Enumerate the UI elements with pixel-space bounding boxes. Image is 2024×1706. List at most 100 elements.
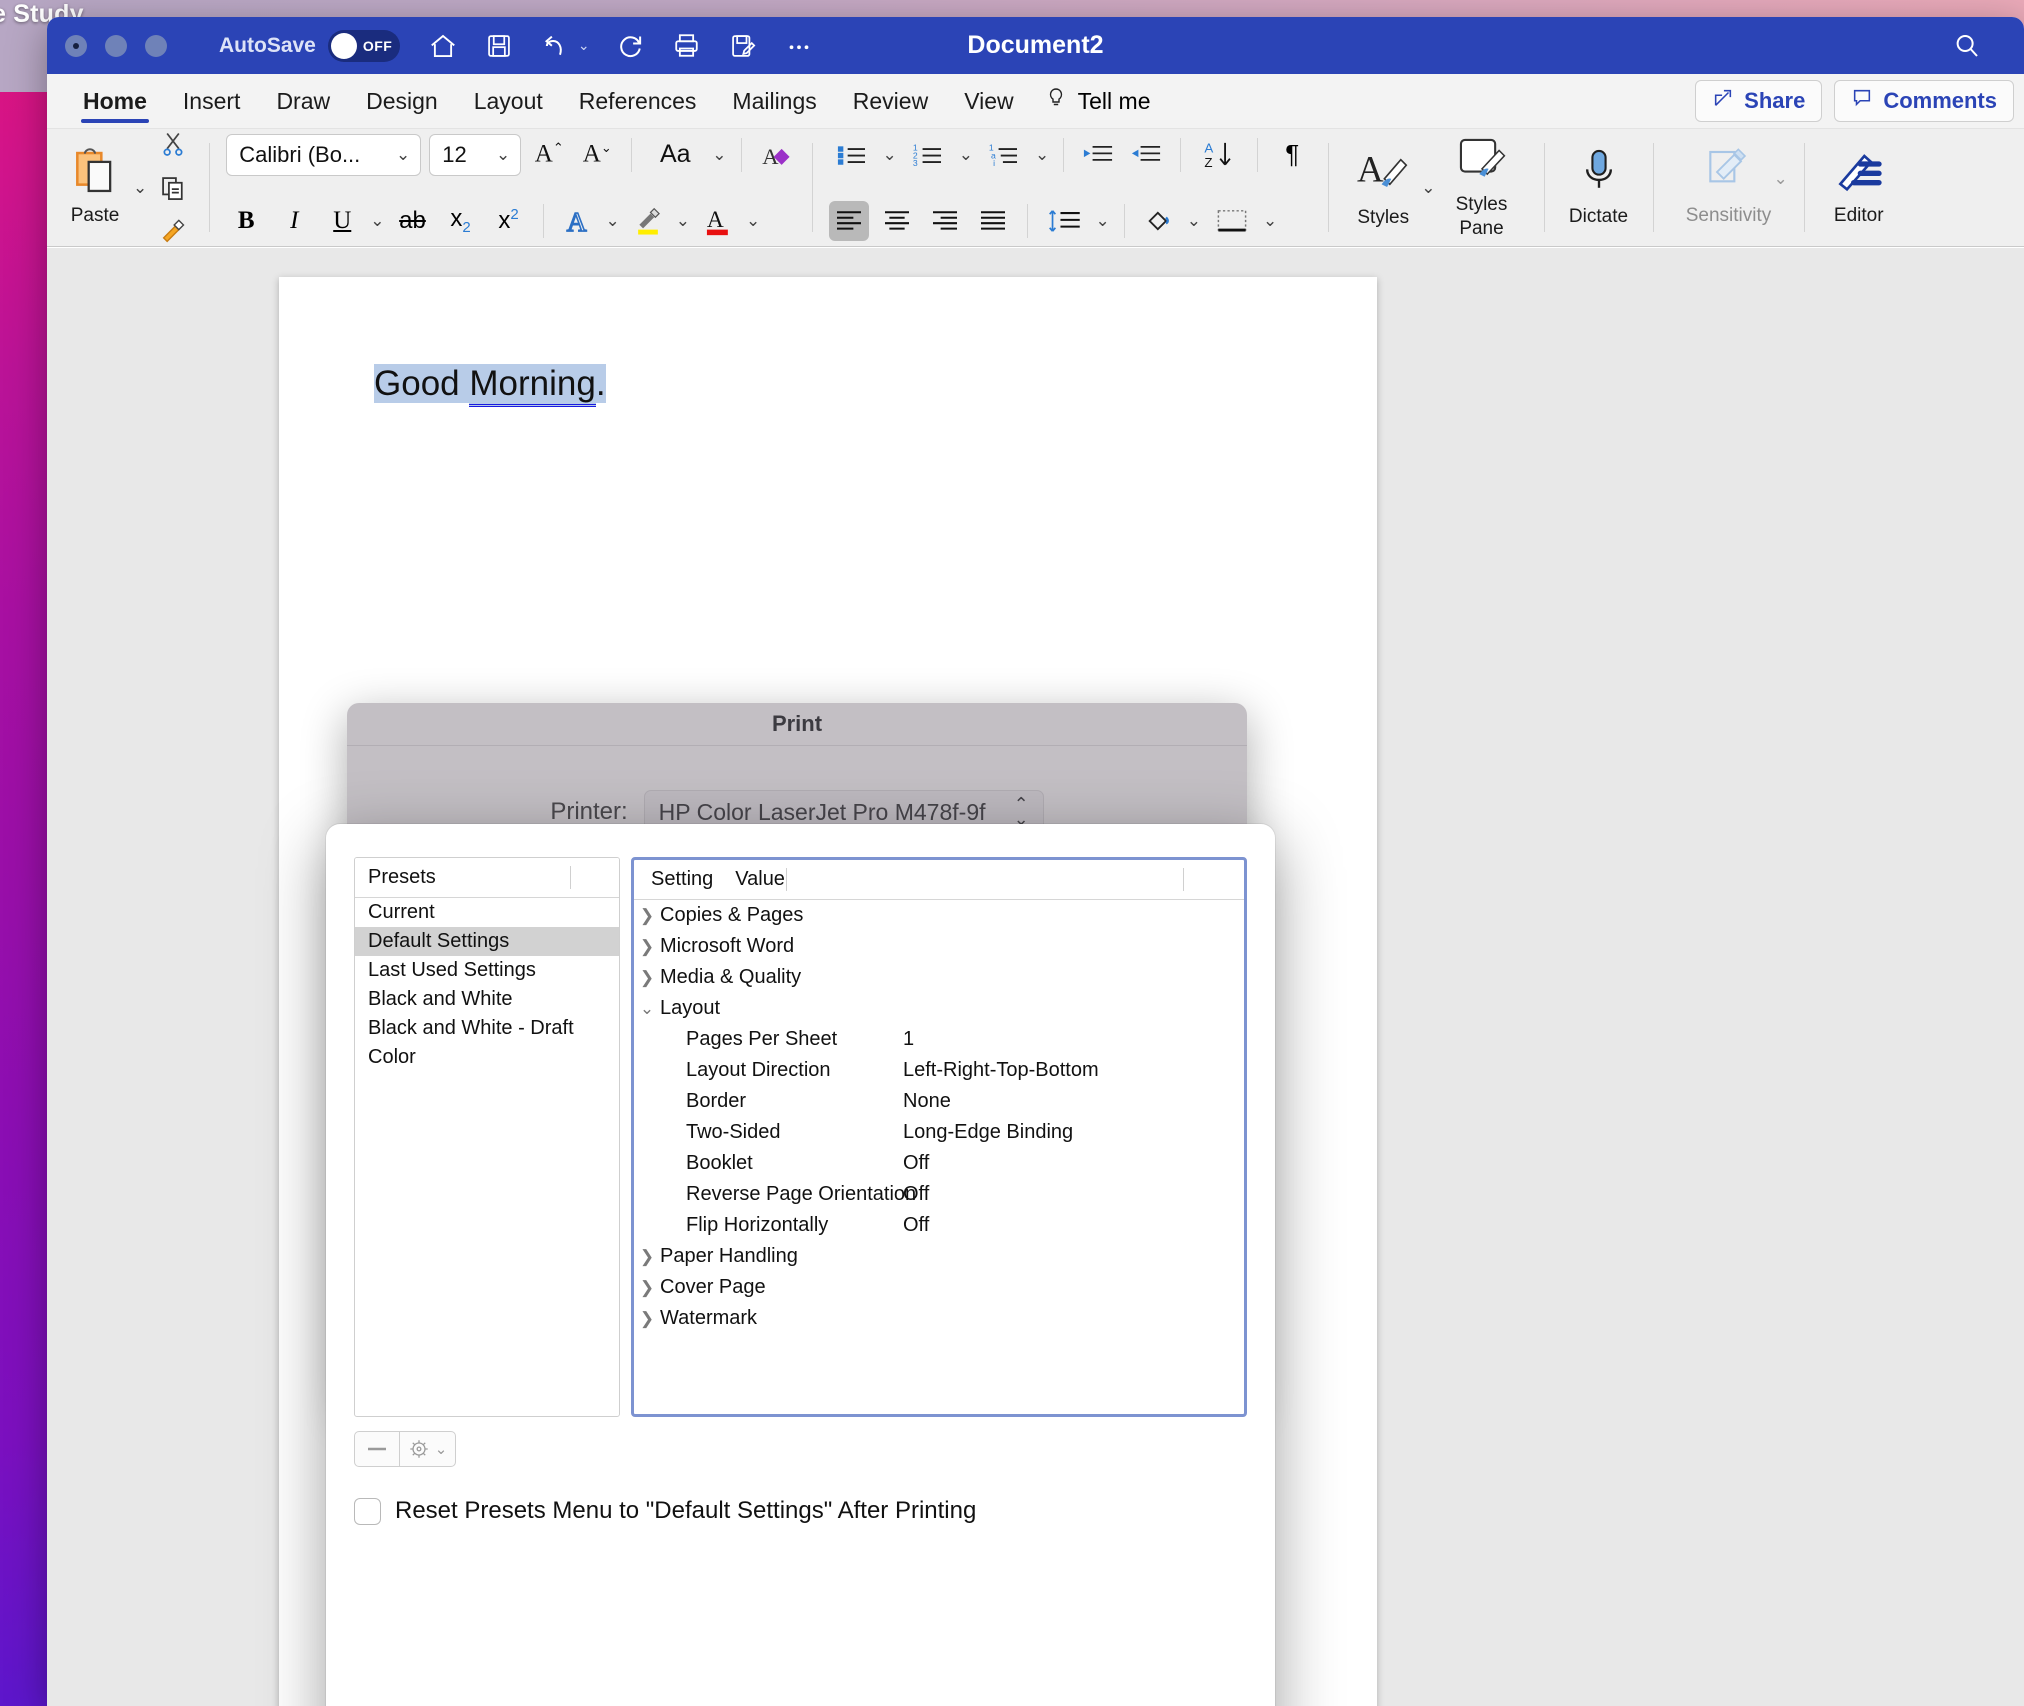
preset-tool-group[interactable]: ⌄ [354,1431,456,1467]
preset-item-last-used-settings[interactable]: Last Used Settings [355,956,619,985]
align-center-icon[interactable] [877,201,917,241]
font-size-select[interactable]: 12 ⌄ [429,133,522,176]
sort-icon[interactable]: AZ [1195,135,1243,175]
window-controls[interactable] [65,34,167,57]
tree-row-reverse-page-orientation[interactable]: Reverse Page Orientation Off [634,1179,1244,1210]
align-right-icon[interactable] [925,201,965,241]
dictate-button[interactable]: Dictate [1561,147,1637,228]
font-family-select[interactable]: Calibri (Bo... ⌄ [226,133,422,176]
bullets-caret[interactable]: ⌄ [883,145,897,165]
tree-row-copies-pages[interactable]: ❯ Copies & Pages [634,900,1244,931]
close-button[interactable] [65,34,87,57]
settings-pane[interactable]: Setting Value ❯ Copies & Pages ❯ Microso… [631,857,1247,1417]
preset-actions-button[interactable]: ⌄ [399,1432,455,1466]
undo-dropdown-caret[interactable]: ⌄ [578,37,590,54]
reset-presets-row[interactable]: Reset Presets Menu to "Default Settings"… [354,1497,1247,1525]
grow-font-icon[interactable]: A⌃ [529,135,569,175]
tree-row-booklet[interactable]: Booklet Off [634,1148,1244,1179]
tell-me-button[interactable]: Tell me [1032,85,1151,117]
editor-button[interactable]: Editor [1821,148,1897,227]
shading-caret[interactable]: ⌄ [1187,211,1201,231]
subscript-icon[interactable]: x2 [441,201,481,241]
chevron-right-icon[interactable]: ❯ [634,1309,660,1329]
chevron-right-icon[interactable]: ❯ [634,1278,660,1298]
comments-button[interactable]: Comments [1834,80,2014,122]
chevron-right-icon[interactable]: ❯ [634,937,660,957]
tab-design[interactable]: Design [348,74,456,128]
tree-row-media-quality[interactable]: ❯ Media & Quality [634,962,1244,993]
change-case-caret[interactable]: ⌄ [712,145,726,165]
paste-button[interactable]: Paste [57,148,133,227]
ribbon-tab-strip[interactable]: Home Insert Draw Design Layout Reference… [47,74,2024,129]
shrink-font-icon[interactable]: A⌄ [577,135,617,175]
reset-presets-checkbox[interactable] [354,1497,381,1525]
preset-item-black-and-white[interactable]: Black and White [355,985,619,1014]
redo-icon[interactable] [616,31,646,61]
font-color-icon[interactable]: A [698,201,738,241]
line-spacing-icon[interactable] [1042,201,1088,241]
text-effects-icon[interactable]: A [558,201,598,241]
font-color-caret[interactable]: ⌄ [746,211,760,231]
tab-view[interactable]: View [946,74,1031,128]
tab-review[interactable]: Review [835,74,946,128]
tree-row-paper-handling[interactable]: ❯ Paper Handling [634,1241,1244,1272]
clear-formatting-icon[interactable]: A [756,135,796,175]
sensitivity-button[interactable]: Sensitivity [1670,148,1788,227]
italic-icon[interactable]: I [274,201,314,241]
share-button[interactable]: Share [1695,80,1823,122]
tab-home[interactable]: Home [65,74,165,128]
decrease-indent-icon[interactable] [1078,135,1118,175]
tab-draw[interactable]: Draw [258,74,348,128]
underline-icon[interactable]: U [322,201,362,241]
document-paragraph[interactable]: Good Morning. [374,364,606,407]
superscript-icon[interactable]: x2 [489,201,529,241]
styles-caret[interactable]: ⌄ [1421,178,1435,198]
tab-references[interactable]: References [561,74,715,128]
tab-mailings[interactable]: Mailings [714,74,834,128]
maximize-button[interactable] [145,34,167,57]
tree-row-layout-direction[interactable]: Layout Direction Left-Right-Top-Bottom [634,1055,1244,1086]
increase-indent-icon[interactable] [1126,135,1166,175]
highlight-color-icon[interactable] [628,201,668,241]
tree-row-layout[interactable]: ⌄ Layout [634,993,1244,1024]
numbering-icon[interactable]: 123 [905,135,951,175]
chevron-right-icon[interactable]: ❯ [634,968,660,988]
copy-icon[interactable] [153,168,193,208]
paste-dropdown-caret[interactable]: ⌄ [133,178,147,198]
bullets-icon[interactable] [829,135,875,175]
highlight-caret[interactable]: ⌄ [676,211,690,231]
numbering-caret[interactable]: ⌄ [959,145,973,165]
tree-row-pages-per-sheet[interactable]: Pages Per Sheet 1 [634,1024,1244,1055]
text-effects-caret[interactable]: ⌄ [606,211,620,231]
search-icon[interactable] [1952,31,1982,66]
home-icon[interactable] [428,31,458,61]
document-canvas[interactable]: Good Morning. Print Printer: HP Color La… [47,248,2024,1706]
strikethrough-icon[interactable]: ab [393,201,433,241]
print-icon[interactable] [672,31,702,61]
multilevel-list-icon[interactable]: 1ai [981,135,1027,175]
chevron-right-icon[interactable]: ❯ [634,1247,660,1267]
preset-item-default-settings[interactable]: Default Settings [355,927,619,956]
tree-row-microsoft-word[interactable]: ❯ Microsoft Word [634,931,1244,962]
styles-pane-button[interactable]: Styles Pane [1436,136,1528,239]
cut-icon[interactable] [153,124,193,164]
undo-icon[interactable] [540,31,570,61]
sensitivity-caret[interactable]: ⌄ [1774,169,1788,189]
line-spacing-caret[interactable]: ⌄ [1096,211,1110,231]
multilevel-caret[interactable]: ⌄ [1035,145,1049,165]
save-as-icon[interactable] [728,31,758,61]
remove-preset-button[interactable] [355,1432,399,1466]
autosave-control[interactable]: AutoSave OFF [219,29,400,62]
tree-row-two-sided[interactable]: Two-Sided Long-Edge Binding [634,1117,1244,1148]
tree-row-cover-page[interactable]: ❯ Cover Page [634,1272,1244,1303]
align-left-icon[interactable] [828,200,869,241]
presets-pane[interactable]: Presets Current Default Settings Last Us… [354,857,620,1417]
format-painter-icon[interactable] [153,212,193,252]
ribbon-right-actions[interactable]: Share Comments [1695,80,2014,122]
justify-icon[interactable] [973,201,1013,241]
quick-access-toolbar[interactable]: ⌄ [428,31,814,61]
preset-item-color[interactable]: Color [355,1043,619,1072]
change-case-icon[interactable]: Aa [646,135,704,175]
chevron-down-icon[interactable]: ⌄ [634,999,660,1019]
tab-insert[interactable]: Insert [165,74,259,128]
